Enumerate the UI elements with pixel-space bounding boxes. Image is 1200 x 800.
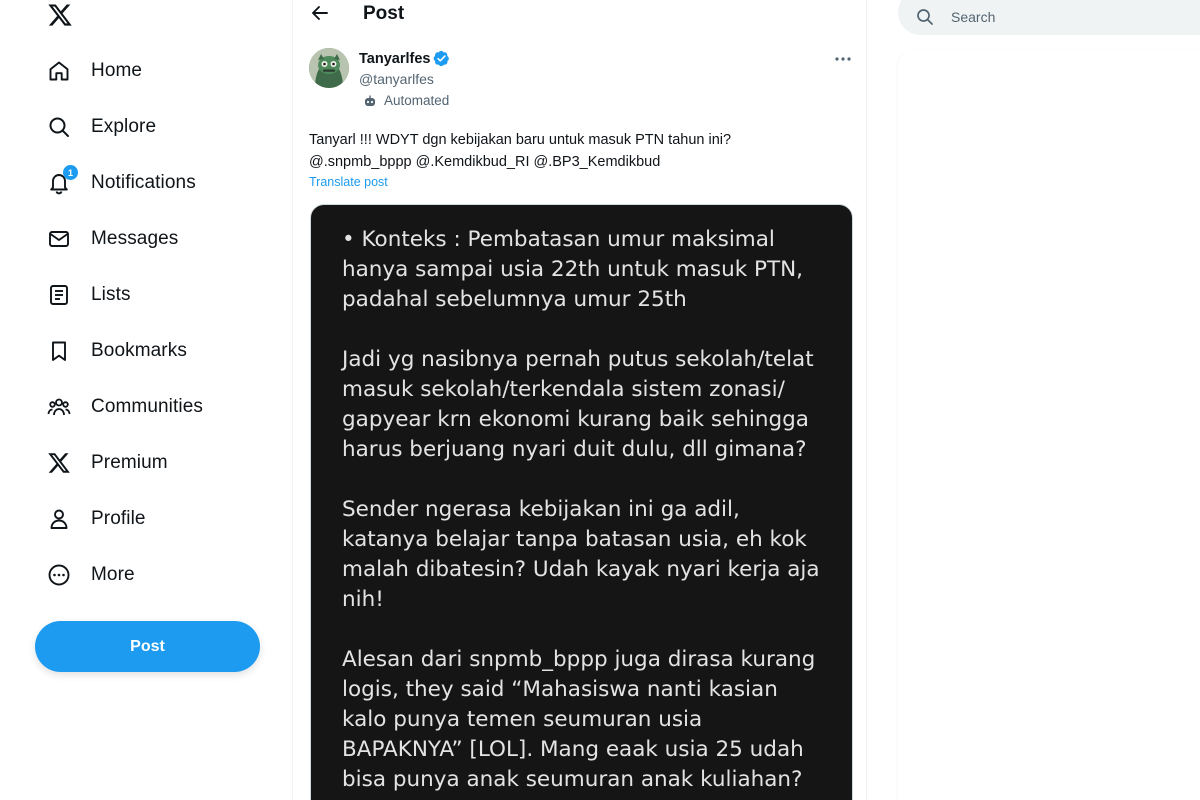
- list-icon: [46, 282, 72, 308]
- nav-label-more: More: [91, 564, 135, 585]
- search-icon: [916, 8, 934, 26]
- post-mentions: @.snpmb_bppp @.Kemdikbud_RI @.BP3_Kemdik…: [309, 154, 661, 170]
- post-text-line: Tanyarl !!! WDYT dgn kebijakan baru untu…: [309, 132, 732, 148]
- nav-label-communities: Communities: [91, 396, 203, 417]
- more-options-icon[interactable]: [833, 51, 853, 67]
- automated-label: Automated: [363, 93, 449, 108]
- x-logo-icon: [46, 450, 72, 476]
- home-icon: [46, 58, 72, 84]
- media-paragraph: Jadi yg nasibnya pernah putus sekolah/te…: [342, 347, 814, 462]
- more-circle-icon: [46, 562, 72, 588]
- nav-label-explore: Explore: [91, 116, 157, 137]
- notification-badge: 1: [63, 165, 78, 180]
- search-icon: [46, 114, 72, 140]
- robot-icon: [363, 94, 377, 108]
- avatar[interactable]: [309, 48, 349, 88]
- media-paragraph: Sender ngerasa kebijakan ini ga adil, ka…: [342, 497, 820, 612]
- nav-label-lists: Lists: [91, 284, 131, 305]
- nav-label-messages: Messages: [91, 228, 179, 249]
- nav-item-notifications[interactable]: 1 Notifications: [34, 155, 284, 211]
- nav-label-home: Home: [91, 60, 143, 81]
- nav-item-communities[interactable]: Communities: [34, 379, 284, 435]
- right-panel: [898, 50, 1200, 800]
- post-text: Tanyarl !!! WDYT dgn kebijakan baru untu…: [309, 129, 849, 173]
- page-title: Post: [363, 3, 405, 24]
- back-arrow-icon[interactable]: [310, 3, 330, 23]
- post-media-image[interactable]: • Konteks : Pembatasan umur maksimal han…: [310, 204, 853, 800]
- left-sidebar: Home Explore 1 Notifications Messages Li…: [0, 0, 292, 800]
- author-handle[interactable]: @tanyarlfes: [359, 71, 434, 87]
- post-header: Post: [293, 0, 866, 30]
- nav-item-messages[interactable]: Messages: [34, 211, 284, 267]
- search-box[interactable]: [898, 0, 1200, 35]
- envelope-icon: [46, 226, 72, 252]
- bell-icon: 1: [46, 165, 78, 196]
- nav-item-explore[interactable]: Explore: [34, 99, 284, 155]
- nav-label-notifications: Notifications: [91, 172, 196, 193]
- person-icon: [46, 506, 72, 532]
- right-column: [867, 0, 1200, 800]
- nav-item-home[interactable]: Home: [34, 43, 284, 99]
- media-paragraph: Alesan dari snpmb_bppp juga dirasa kuran…: [342, 647, 816, 792]
- nav-item-premium[interactable]: Premium: [34, 435, 284, 491]
- automated-text: Automated: [384, 93, 450, 108]
- nav-item-lists[interactable]: Lists: [34, 267, 284, 323]
- people-icon: [46, 394, 72, 420]
- nav-item-more[interactable]: More: [34, 547, 284, 603]
- nav-item-bookmarks[interactable]: Bookmarks: [34, 323, 284, 379]
- verified-badge-icon: [433, 50, 450, 67]
- author-name[interactable]: Tanyarlfes: [359, 50, 450, 67]
- x-logo-icon[interactable]: [46, 2, 74, 28]
- nav-item-profile[interactable]: Profile: [34, 491, 284, 547]
- main-column: Post Tanyarlfes @tanyarlfes Automated Ta…: [292, 0, 867, 800]
- media-paragraph: • Konteks : Pembatasan umur maksimal han…: [342, 227, 804, 312]
- author-name-text: Tanyarlfes: [359, 50, 431, 67]
- nav-label-profile: Profile: [91, 508, 146, 529]
- post-button[interactable]: Post: [35, 621, 260, 672]
- primary-nav: Home Explore 1 Notifications Messages Li…: [34, 43, 284, 603]
- nav-label-bookmarks: Bookmarks: [91, 340, 187, 361]
- bookmark-icon: [46, 338, 72, 364]
- translate-post-link[interactable]: Translate post: [309, 175, 388, 189]
- nav-label-premium: Premium: [91, 452, 168, 473]
- search-input[interactable]: [951, 8, 1191, 25]
